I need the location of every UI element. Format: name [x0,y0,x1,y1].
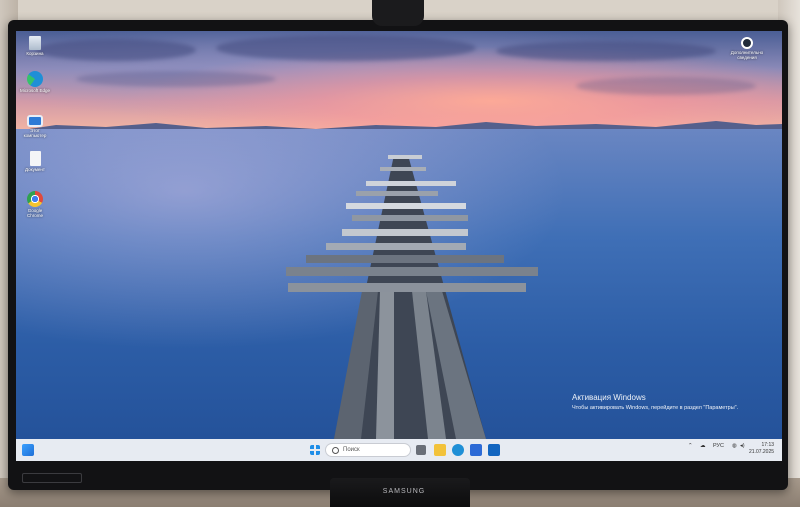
clock-date: 21.07.2025 [749,449,775,455]
activation-watermark: Активация Windows Чтобы активировать Win… [572,393,738,411]
file-explorer-icon[interactable] [434,444,446,456]
desktop-icon-chrome[interactable]: Google Chrome [20,191,50,218]
desktop-icon-label: Корзина [26,51,44,56]
desktop-screen: Корзина Microsoft Edge Этот компьютер До… [16,31,782,461]
widgets-icon[interactable] [22,444,34,456]
activation-subtitle: Чтобы активировать Windows, перейдите в … [572,405,739,411]
desktop-icon-label: Документ [25,167,45,172]
edge-icon [27,71,43,87]
search-placeholder: Поиск [343,447,360,453]
info-corner-icon [741,37,753,49]
wallpaper-pier [286,155,538,439]
search-icon [332,447,339,454]
chrome-icon [27,191,43,207]
webcam [372,0,424,26]
tray-cloud-icon[interactable]: ☁ [700,443,706,449]
this-pc-icon [27,115,43,127]
bezel-sticker [22,473,82,483]
language-indicator[interactable]: РУС [713,443,724,449]
desktop-icon-label: Дополнительно сведения [730,50,764,60]
store-icon[interactable] [470,444,482,456]
desktop-icon-document[interactable]: Документ [20,151,50,172]
outlook-icon[interactable] [488,444,500,456]
recycle-bin-icon [29,36,41,50]
clock-time: 17:13 [761,442,775,448]
start-button[interactable] [310,445,320,455]
desktop-icon-label: Google Chrome [26,208,43,218]
taskbar-search[interactable]: Поиск [325,443,411,457]
document-icon [29,151,41,166]
network-icon[interactable]: ◍ [732,443,737,449]
desktop-icon-this-pc[interactable]: Этот компьютер [20,115,50,138]
desktop-icon-edge[interactable]: Microsoft Edge [20,71,50,93]
desktop-icon-label: Этот компьютер [23,128,47,138]
desktop-icon-recycle-bin[interactable]: Корзина [20,36,50,56]
taskbar-clock[interactable]: 17:13 21.07.2025 [749,442,774,456]
desktop-icon-label: Microsoft Edge [20,88,51,93]
tray-chevron-icon[interactable]: ⌃ [688,443,693,449]
volume-icon[interactable]: ◂) [740,443,745,449]
activation-title: Активация Windows [572,393,646,402]
taskbar: Поиск ⌃ ☁ РУС ◍ ◂) 17:13 21.07.2025 [16,439,782,461]
edge-taskbar-icon[interactable] [452,444,464,456]
desktop-icon-corner[interactable]: Дополнительно сведения [730,37,764,60]
monitor-brand: SAMSUNG [382,488,426,495]
task-view-icon[interactable] [416,445,426,455]
